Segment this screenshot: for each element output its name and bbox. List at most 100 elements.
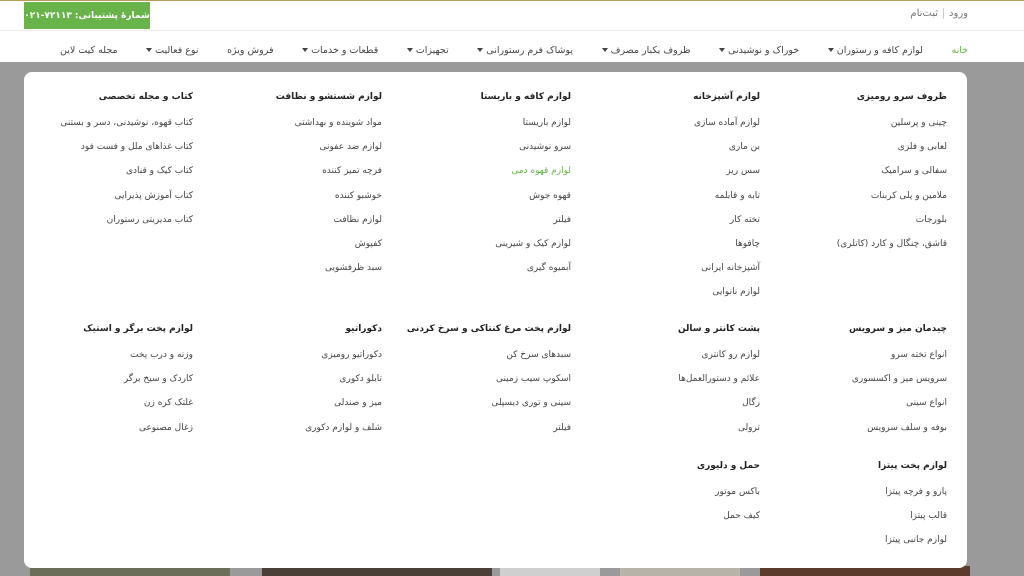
- menu-link[interactable]: قهوه جوش: [481, 189, 571, 213]
- menu-column: لوازم شستشو و نظافت مواد شوینده و بهداشتی…: [276, 92, 382, 285]
- menu-link[interactable]: کتاب مدیریتی رستوران: [60, 213, 193, 237]
- menu-link[interactable]: چاقوها: [693, 237, 760, 261]
- menu-link[interactable]: کتاب آموزش پذیرایی: [60, 189, 193, 213]
- menu-link[interactable]: سفالی و سرامیک: [837, 164, 947, 188]
- menu-link[interactable]: قاشق، چنگال و کارد (کاتلری): [837, 237, 947, 261]
- nav-item[interactable]: فروش ویژه: [227, 45, 273, 56]
- menu-link[interactable]: دکوراتیو رومیزی: [305, 348, 382, 372]
- support-phone-badge[interactable]: شمارهٔ پشتیبانی: ۰۲۱-۷۲۱۱۳: [24, 2, 150, 29]
- menu-link[interactable]: سس ریز: [693, 164, 760, 188]
- menu-link[interactable]: انواع سینی: [849, 396, 947, 420]
- menu-column-title[interactable]: حمل و دلیوری: [697, 461, 760, 475]
- menu-link[interactable]: بوفه و سلف سرویس: [849, 421, 947, 445]
- menu-link[interactable]: سبد ظرفشویی: [276, 261, 382, 285]
- menu-link[interactable]: چینی و پرسلین: [837, 116, 947, 140]
- menu-link[interactable]: آشپزخانه ایرانی: [693, 261, 760, 285]
- menu-link[interactable]: غلتک کره زن: [83, 396, 193, 420]
- menu-link[interactable]: شلف و لوازم دکوری: [305, 421, 382, 445]
- nav-item-label: مجله کیت لاین: [60, 44, 118, 56]
- menu-link[interactable]: لعابی و فلزی: [837, 140, 947, 164]
- main-nav: خانه لوازم کافه و رستوران خوراک و نوشیدنی ظ…: [60, 42, 968, 58]
- menu-link[interactable]: مواد شوینده و بهداشتی: [276, 116, 382, 140]
- nav-item[interactable]: ظروف یکبار مصرف: [601, 45, 691, 56]
- menu-link[interactable]: تخته کار: [693, 213, 760, 237]
- nav-item[interactable]: خانه: [951, 45, 968, 56]
- nav-item[interactable]: خوراک و نوشیدنی: [719, 45, 799, 56]
- nav-item[interactable]: تجهیزات: [406, 45, 449, 56]
- menu-column-title[interactable]: دکوراتیو: [305, 324, 382, 338]
- menu-column-title[interactable]: لوازم پخت پیتزا: [878, 461, 947, 475]
- menu-link[interactable]: کفپوش: [276, 237, 382, 261]
- menu-link[interactable]: قالب پیتزا: [878, 509, 947, 533]
- menu-link[interactable]: ملامین و پلی کربنات: [837, 189, 947, 213]
- menu-column-title[interactable]: لوازم شستشو و نظافت: [276, 92, 382, 106]
- menu-link[interactable]: لوازم قهوه دمی: [481, 164, 571, 188]
- menu-link[interactable]: سینی و توری دیسپلی: [407, 396, 571, 420]
- menu-link[interactable]: لوازم نانوایی: [693, 285, 760, 309]
- menu-link[interactable]: فیلتر: [407, 421, 571, 445]
- menu-column: کتاب و مجله تخصصی کتاب قهوه، نوشیدنی، دسر…: [60, 92, 193, 237]
- menu-column-title[interactable]: لوازم پخت مرغ کنتاکی و سرخ کردنی: [407, 324, 571, 338]
- header-divider: [0, 30, 1024, 31]
- nav-item[interactable]: نوع فعالیت: [146, 45, 198, 56]
- menu-column-title[interactable]: چیدمان میز و سرویس: [849, 324, 947, 338]
- menu-column: لوازم پخت پیتزا پارو و فرچه پیتزا قالب پیت…: [878, 461, 947, 558]
- menu-column: پشت کانتر و سالن لوازم رو کانتری علائم و د…: [678, 324, 760, 445]
- menu-column-title[interactable]: لوازم کافه و باریستا: [481, 92, 571, 106]
- menu-link[interactable]: بلورجات: [837, 213, 947, 237]
- menu-column: ظروف سرو رومیزی چینی و پرسلین لعابی و فلزی…: [837, 92, 947, 261]
- nav-item[interactable]: قطعات و خدمات: [302, 45, 378, 56]
- menu-column: لوازم پخت مرغ کنتاکی و سرخ کردنی سبدهای س…: [407, 324, 571, 445]
- nav-item-label: خانه: [951, 44, 968, 56]
- nav-item[interactable]: مجله کیت لاین: [60, 45, 118, 56]
- register-link[interactable]: ثبت‌نام: [910, 8, 938, 19]
- login-link[interactable]: ورود: [949, 8, 968, 19]
- menu-link[interactable]: لوازم باریستا: [481, 116, 571, 140]
- menu-link[interactable]: لوازم کیک و شیرینی: [481, 237, 571, 261]
- menu-link[interactable]: بن ماری: [693, 140, 760, 164]
- menu-link[interactable]: وزنه و درب پخت: [83, 348, 193, 372]
- nav-item[interactable]: پوشاک فرم رستورانی: [477, 45, 573, 56]
- menu-link[interactable]: انواع تخته سرو: [849, 348, 947, 372]
- menu-link[interactable]: زغال مصنوعی: [83, 421, 193, 445]
- menu-link[interactable]: لوازم جانبی پیتزا: [878, 533, 947, 557]
- menu-column: چیدمان میز و سرویس انواع تخته سرو سرویس می…: [849, 324, 947, 445]
- menu-link[interactable]: لوازم رو کانتری: [678, 348, 760, 372]
- menu-link[interactable]: کاردک و سیخ برگر: [83, 372, 193, 396]
- menu-link[interactable]: میز و صندلی: [305, 396, 382, 420]
- menu-link[interactable]: کتاب غذاهای ملل و فست فود: [60, 140, 193, 164]
- menu-column-title[interactable]: کتاب و مجله تخصصی: [60, 92, 193, 106]
- caret-down-icon: [146, 48, 153, 52]
- menu-link[interactable]: کیف حمل: [697, 509, 760, 533]
- menu-link[interactable]: فیلتر: [481, 213, 571, 237]
- menu-link[interactable]: کتاب کیک و قنادی: [60, 164, 193, 188]
- menu-link[interactable]: لوازم ضد عفونی: [276, 140, 382, 164]
- menu-column-title[interactable]: لوازم آشپزخانه: [693, 92, 760, 106]
- menu-link[interactable]: فرچه تمیز کننده: [276, 164, 382, 188]
- menu-link[interactable]: آبمیوه گیری: [481, 261, 571, 285]
- nav-item-label: پوشاک فرم رستورانی: [486, 44, 574, 56]
- menu-column-title[interactable]: لوازم پخت برگر و استیک: [83, 324, 193, 338]
- menu-link[interactable]: اسکوپ سیب زمینی: [407, 372, 571, 396]
- menu-link[interactable]: لوازم نظافت: [276, 213, 382, 237]
- menu-link[interactable]: تابلو دکوری: [305, 372, 382, 396]
- menu-link[interactable]: ترولی: [678, 421, 760, 445]
- menu-link[interactable]: باکس موتور: [697, 485, 760, 509]
- menu-column-title[interactable]: ظروف سرو رومیزی: [837, 92, 947, 106]
- nav-item-label: لوازم کافه و رستوران: [836, 44, 923, 56]
- menu-column-title[interactable]: پشت کانتر و سالن: [678, 324, 760, 338]
- menu-link[interactable]: خوشبو کننده: [276, 189, 382, 213]
- menu-link[interactable]: سرو نوشیدنی: [481, 140, 571, 164]
- menu-link[interactable]: رگال: [678, 396, 760, 420]
- menu-column: لوازم کافه و باریستا لوازم باریستا سرو نوش…: [481, 92, 571, 285]
- menu-link[interactable]: لوازم آماده سازی: [693, 116, 760, 140]
- caret-down-icon: [719, 48, 726, 52]
- nav-item[interactable]: لوازم کافه و رستوران: [827, 44, 923, 56]
- menu-link[interactable]: کتاب قهوه، نوشیدنی، دسر و بستنی: [60, 116, 193, 140]
- menu-link[interactable]: سبدهای سرخ کن: [407, 348, 571, 372]
- menu-link[interactable]: تابه و قابلمه: [693, 189, 760, 213]
- menu-link[interactable]: علائم و دستورالعمل‌ها: [678, 372, 760, 396]
- menu-link[interactable]: سرویس میز و اکسسوری: [849, 372, 947, 396]
- menu-link[interactable]: پارو و فرچه پیتزا: [878, 485, 947, 509]
- menu-column: لوازم آشپزخانه لوازم آماده سازی بن ماری سس …: [693, 92, 760, 310]
